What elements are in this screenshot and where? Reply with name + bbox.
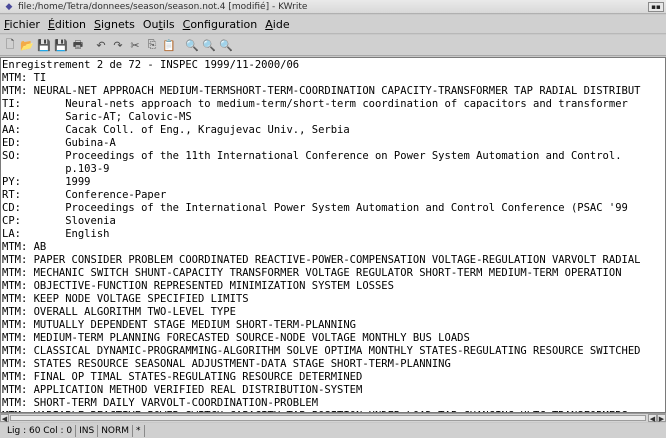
menu-item[interactable]: Fichier: [4, 18, 40, 31]
scroll-left-icon[interactable]: ◀: [0, 414, 9, 423]
text-line[interactable]: MTM: KEEP NODE VOLTAGE SPECIFIED LIMITS: [2, 293, 665, 306]
scroll-right-icon[interactable]: ▶: [657, 414, 666, 423]
new-file-icon[interactable]: 🗋: [2, 37, 18, 53]
insert-mode[interactable]: INS: [76, 424, 99, 437]
text-line[interactable]: PY: 1999: [2, 176, 665, 189]
text-line[interactable]: MTM: TI: [2, 72, 665, 85]
toolbar: 🗋 📂 💾 💾 🖶 ↶ ↷ ✂ ⎘ 📋 🔍 🔍 🔍: [0, 35, 666, 56]
text-line[interactable]: LA: English: [2, 228, 665, 241]
save-file-icon[interactable]: 💾: [36, 37, 52, 53]
text-line[interactable]: SO: Proceedings of the 11th Internationa…: [2, 150, 665, 163]
horizontal-scrollbar[interactable]: ◀ ◀ ▶: [0, 413, 666, 423]
text-line[interactable]: MTM: CLASSICAL DYNAMIC-PROGRAMMING-ALGOR…: [2, 345, 665, 358]
text-line[interactable]: ED: Gubina-A: [2, 137, 665, 150]
text-line[interactable]: Enregistrement 2 de 72 - INSPEC 1999/11-…: [2, 59, 665, 72]
text-line[interactable]: MTM: SHORT-TERM DAILY VARVOLT-COORDINATI…: [2, 397, 665, 410]
text-line[interactable]: CP: Slovenia: [2, 215, 665, 228]
text-line[interactable]: MTM: OVERALL ALGORITHM TWO-LEVEL TYPE: [2, 306, 665, 319]
text-line[interactable]: MTM: AB: [2, 241, 665, 254]
menu-item[interactable]: Édition: [48, 18, 86, 31]
text-editor[interactable]: Enregistrement 2 de 72 - INSPEC 1999/11-…: [0, 57, 666, 413]
zoom-out-icon[interactable]: 🔍: [218, 37, 234, 53]
text-line[interactable]: MTM: MUTUALLY DEPENDENT STAGE MEDIUM SHO…: [2, 319, 665, 332]
window-menu-button[interactable]: ▪▪: [648, 2, 664, 12]
text-line[interactable]: AA: Cacak Coll. of Eng., Kragujevac Univ…: [2, 124, 665, 137]
print-icon[interactable]: 🖶: [70, 37, 86, 53]
text-line[interactable]: MTM: MEDIUM-TERM PLANNING FORECASTED SOU…: [2, 332, 665, 345]
menu-item[interactable]: Aide: [265, 18, 289, 31]
undo-icon[interactable]: ↶: [93, 37, 109, 53]
modified-indicator: *: [133, 424, 145, 437]
text-line[interactable]: AU: Saric-AT; Calovic-MS: [2, 111, 665, 124]
title-bar: ◆ file:/home/Tetra/donnees/season/season…: [0, 0, 666, 14]
text-line[interactable]: RT: Conference-Paper: [2, 189, 665, 202]
editor-lines[interactable]: Enregistrement 2 de 72 - INSPEC 1999/11-…: [1, 58, 665, 412]
menu-bar: Fichier Édition Signets Outils Configuration…: [0, 15, 666, 34]
menu-item[interactable]: Signets: [94, 18, 135, 31]
kwrite-app-icon[interactable]: ◆: [2, 1, 16, 13]
zoom-in-icon[interactable]: 🔍: [201, 37, 217, 53]
text-line[interactable]: MTM: STATES RESOURCE SEASONAL ADJUSTMENT…: [2, 358, 665, 371]
menu-item[interactable]: Outils: [143, 18, 175, 31]
text-line[interactable]: MTM: PAPER CONSIDER PROBLEM COORDINATED …: [2, 254, 665, 267]
text-line[interactable]: MTM: OBJECTIVE-FUNCTION REPRESENTED MINI…: [2, 280, 665, 293]
text-line[interactable]: MTM: MECHANIC SWITCH SHUNT-CAPACITY TRAN…: [2, 267, 665, 280]
norm-mode[interactable]: NORM: [98, 424, 134, 437]
text-line[interactable]: CD: Proceedings of the International Pow…: [2, 202, 665, 215]
cut-icon[interactable]: ✂: [127, 37, 143, 53]
text-line[interactable]: MTM: NEURAL-NET APPROACH MEDIUM-TERMSHOR…: [2, 85, 665, 98]
paste-icon[interactable]: 📋: [161, 37, 177, 53]
menu-item[interactable]: Configuration: [183, 18, 258, 31]
status-bar: Lig : 60 Col : 0 INS NORM *: [0, 423, 666, 438]
text-line[interactable]: MTM: APPLICATION METHOD VERIFIED REAL DI…: [2, 384, 665, 397]
window-title: file:/home/Tetra/donnees/season/season.n…: [18, 1, 308, 12]
cursor-position: Lig : 60 Col : 0: [4, 424, 77, 437]
text-line[interactable]: TI: Neural-nets approach to medium-term/…: [2, 98, 665, 111]
text-line[interactable]: p.103-9: [2, 163, 665, 176]
open-file-icon[interactable]: 📂: [19, 37, 35, 53]
copy-icon[interactable]: ⎘: [144, 37, 160, 53]
save-as-icon[interactable]: 💾: [53, 37, 69, 53]
find-icon[interactable]: 🔍: [184, 37, 200, 53]
redo-icon[interactable]: ↷: [110, 37, 126, 53]
scroll-left-icon[interactable]: ◀: [648, 414, 657, 423]
scroll-thumb[interactable]: [10, 415, 646, 421]
text-line[interactable]: MTM: FINAL OP TIMAL STATES-REGULATING RE…: [2, 371, 665, 384]
